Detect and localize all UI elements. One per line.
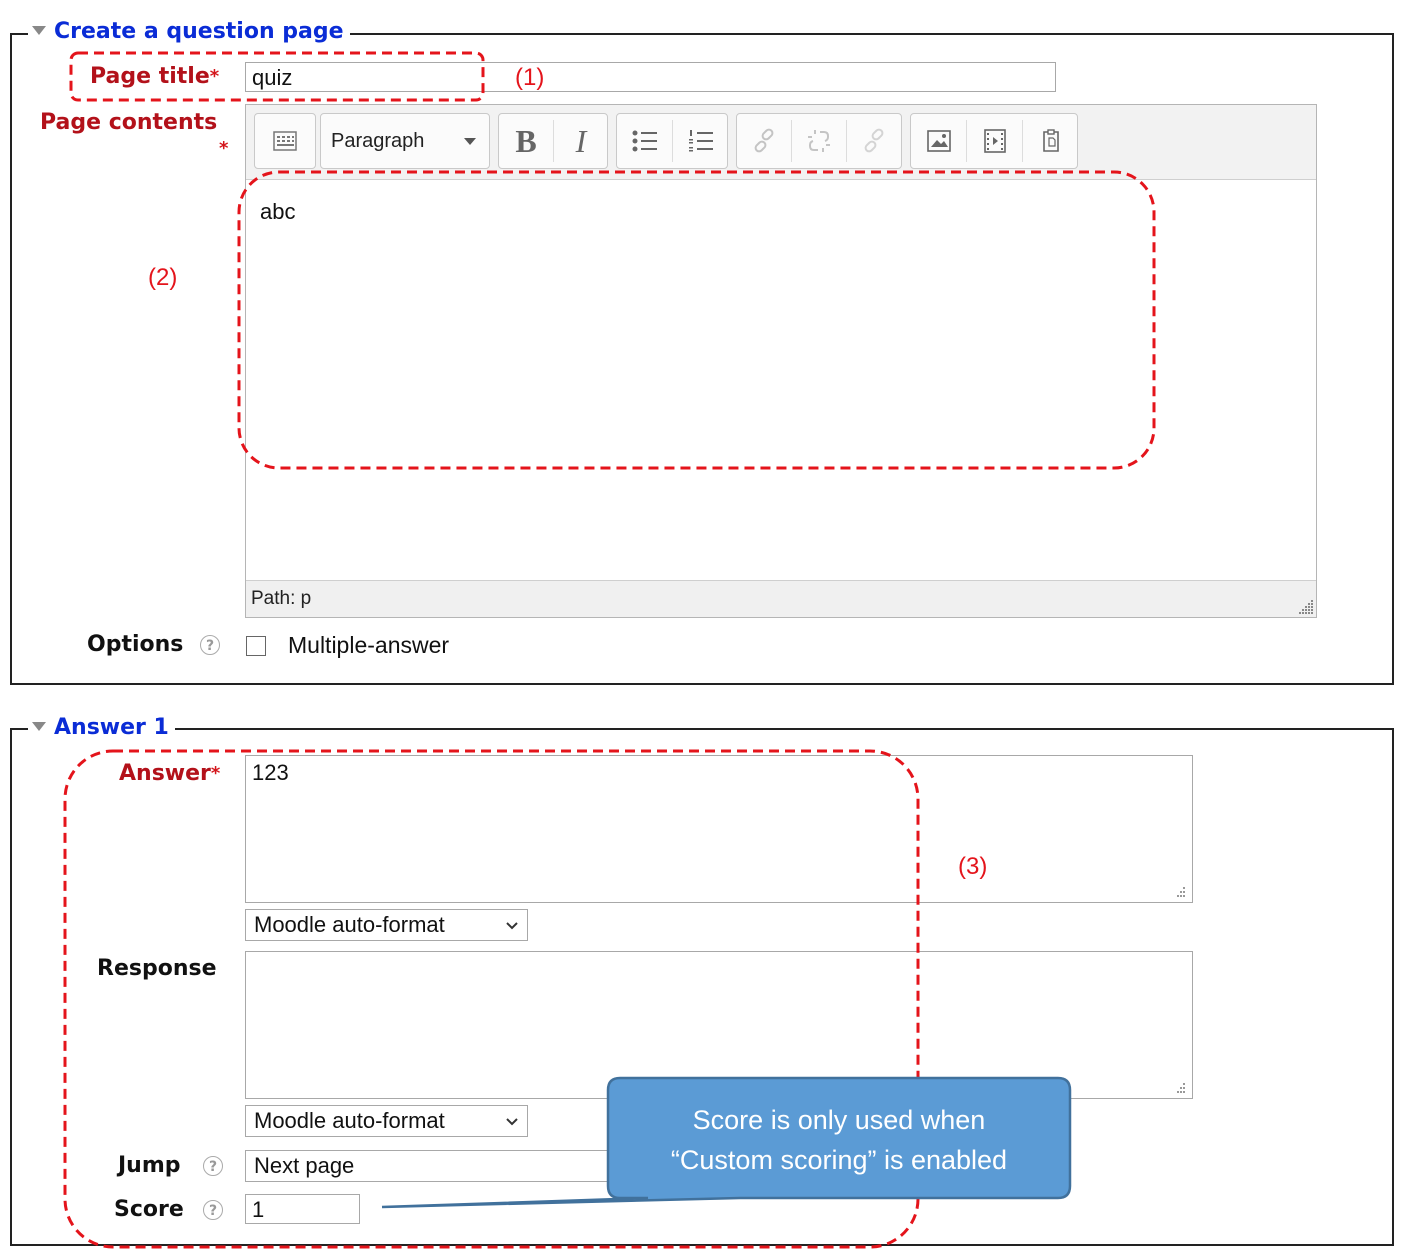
media-icon	[983, 129, 1006, 153]
help-icon[interactable]: ?	[203, 1156, 223, 1176]
collapse-triangle-icon	[32, 721, 46, 731]
answer-textarea[interactable]: 123	[245, 755, 1193, 903]
response-format-select[interactable]: Moodle auto-format	[245, 1105, 528, 1137]
callout-line-1: Score is only used when	[692, 1105, 986, 1135]
jump-label: Jump	[118, 1153, 181, 1178]
textarea-resize-icon[interactable]	[1174, 886, 1186, 898]
numbered-list-button[interactable]	[673, 114, 728, 168]
editor-path-bar: Path: p	[246, 580, 1316, 617]
bold-button[interactable]: B	[499, 114, 553, 168]
toolbar-toggle-button[interactable]	[255, 114, 315, 168]
callout-text: Score is only used when “Custom scoring”…	[610, 1100, 1068, 1180]
help-icon[interactable]: ?	[203, 1200, 223, 1220]
list-group	[616, 113, 728, 169]
anchor-button[interactable]	[847, 114, 901, 168]
jump-select[interactable]: Next page	[245, 1150, 665, 1182]
page-title-label: Page title*	[90, 64, 220, 89]
dropdown-arrow-icon	[464, 138, 476, 145]
editor-content-area[interactable]: abc	[260, 199, 295, 225]
multiple-answer-label: Multiple-answer	[288, 632, 450, 658]
answer-label: Answer*	[119, 761, 221, 786]
bullet-list-button[interactable]	[617, 114, 672, 168]
editor-toolbar: Paragraph B I	[246, 105, 1316, 180]
response-textarea[interactable]	[245, 951, 1193, 1099]
keyboard-icon	[273, 131, 297, 151]
link-group	[736, 113, 902, 169]
image-icon	[926, 130, 951, 152]
callout-line-2: “Custom scoring” is enabled	[670, 1145, 1008, 1175]
link-icon	[754, 128, 774, 153]
score-label: Score	[114, 1197, 184, 1222]
response-label: Response	[97, 956, 217, 981]
insert-link-button[interactable]	[737, 114, 791, 168]
page-title-input[interactable]: quiz	[245, 62, 1056, 92]
answer-format-select[interactable]: Moodle auto-format	[245, 909, 528, 941]
insert-media-button[interactable]	[967, 114, 1022, 168]
resize-handle-icon[interactable]	[1298, 599, 1314, 615]
create-question-legend[interactable]: Create a question page	[28, 18, 350, 46]
bullet-list-icon	[632, 130, 657, 152]
format-select[interactable]: Paragraph	[321, 114, 489, 168]
page-contents-editor: Paragraph B I abc Path: p	[245, 104, 1317, 618]
annotation-label-2: (2)	[148, 264, 178, 291]
options-label: Options	[87, 632, 184, 657]
page-contents-label: Page contents	[40, 110, 218, 135]
collapse-triangle-icon	[32, 25, 46, 35]
text-style-group: B I	[498, 113, 608, 169]
manage-files-button[interactable]	[1023, 114, 1078, 168]
multiple-answer-checkbox[interactable]	[246, 636, 266, 656]
help-icon[interactable]: ?	[200, 635, 220, 655]
unlink-icon	[808, 130, 830, 152]
annotation-label-3: (3)	[958, 853, 988, 880]
answer-1-legend[interactable]: Answer 1	[28, 714, 175, 742]
annotation-label-1: (1)	[515, 64, 545, 91]
textarea-resize-icon[interactable]	[1174, 1082, 1186, 1094]
unlink-button[interactable]	[792, 114, 846, 168]
numbered-list-icon	[688, 130, 713, 152]
media-group	[910, 113, 1078, 169]
insert-image-button[interactable]	[911, 114, 966, 168]
chevron-down-icon	[506, 922, 518, 930]
format-select-group: Paragraph	[320, 113, 490, 169]
italic-button[interactable]: I	[554, 114, 608, 168]
clipboard-icon	[1042, 129, 1059, 152]
chevron-down-icon	[506, 1118, 518, 1126]
anchor-link-icon	[864, 128, 884, 153]
required-asterisk: *	[209, 66, 220, 87]
score-input[interactable]: 1	[245, 1194, 360, 1224]
required-asterisk: *	[219, 138, 229, 159]
required-asterisk: *	[210, 763, 221, 784]
toolbar-toggle-group	[254, 113, 316, 169]
